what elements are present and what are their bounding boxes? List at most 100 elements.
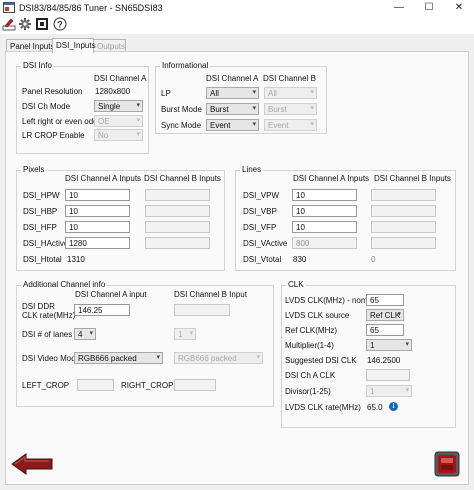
lanes-label: DSI # of lanes <box>22 330 73 339</box>
additional-col-b: DSI Channel B Input <box>174 290 247 299</box>
title-bar: DSI83/84/85/86 Tuner - SN65DSI83 — ☐ ✕ <box>0 0 474 16</box>
ch-mode-select[interactable]: Single ▾ <box>94 100 143 112</box>
informational-group: Informational DSI Channel A DSI Channel … <box>155 61 327 134</box>
additional-channel-group: Additional Channel info DSI Channel A in… <box>16 280 274 407</box>
pixels-title: Pixels <box>21 165 47 174</box>
panel-resolution-label: Panel Resolution <box>22 87 83 96</box>
dsi-inputs-panel: DSI Info DSI Channel A Panel Resolution … <box>5 51 469 485</box>
lvds-source-select[interactable]: Ref CLK ▾ <box>366 309 404 321</box>
chevron-down-icon: ▾ <box>310 105 314 112</box>
chevron-down-icon: ▾ <box>136 102 140 109</box>
lvds-nominal-input[interactable]: 65 <box>366 294 404 306</box>
ch-mode-value: Single <box>98 102 121 111</box>
maximize-button[interactable]: ☐ <box>414 0 444 16</box>
lr-crop-value: No <box>98 131 109 140</box>
gear-icon[interactable] <box>18 17 32 31</box>
divisor-label: Divisor(1-25) <box>285 387 331 396</box>
vactive-b-input[interactable] <box>371 237 436 249</box>
help-icon[interactable]: ? <box>53 17 67 31</box>
vfp-a-input[interactable]: 10 <box>292 221 357 233</box>
info-icon[interactable]: i <box>389 402 398 411</box>
informational-col-b: DSI Channel B <box>263 74 316 83</box>
hfp-label: DSI_HFP <box>23 223 57 232</box>
video-mode-a-select[interactable]: RGB666 packed ▾ <box>74 352 163 364</box>
burst-mode-a-select[interactable]: Burst ▾ <box>206 103 259 115</box>
chevron-down-icon: ▾ <box>397 311 401 318</box>
vtotal-label: DSI_Vtotal <box>243 255 282 264</box>
hbp-label: DSI_HBP <box>23 207 58 216</box>
vfp-label: DSI_VFP <box>243 223 277 232</box>
hbp-b-input[interactable] <box>145 205 210 217</box>
chevron-down-icon: ▾ <box>136 131 140 138</box>
lanes-b-select[interactable]: 1 ▾ <box>174 328 196 340</box>
ch-a-clk-input[interactable] <box>366 369 410 381</box>
sync-mode-a-value: Event <box>210 121 231 130</box>
left-right-value: OE <box>98 117 110 126</box>
edit-icon[interactable] <box>2 17 16 31</box>
vbp-a-input[interactable]: 10 <box>292 205 357 217</box>
vpw-a-input[interactable]: 10 <box>292 189 357 201</box>
ch-mode-label: DSI Ch Mode <box>22 102 71 111</box>
left-crop-label: LEFT_CROP <box>22 381 70 390</box>
right-crop-input[interactable] <box>174 379 216 391</box>
chevron-down-icon: ▾ <box>136 117 140 124</box>
close-button[interactable]: ✕ <box>444 0 474 16</box>
left-right-select[interactable]: OE ▾ <box>94 115 143 127</box>
lr-crop-label: LR CROP Enable <box>22 131 85 140</box>
tab-dsi-inputs[interactable]: DSI_Inputs <box>52 38 96 53</box>
lp-a-value: All <box>210 89 219 98</box>
ddr-a-input[interactable]: 146.25 <box>74 304 130 316</box>
svg-text:?: ? <box>57 20 63 30</box>
multiplier-select[interactable]: 1 ▾ <box>366 339 412 351</box>
hactive-a-input[interactable]: 1280 <box>65 237 130 249</box>
lp-b-select[interactable]: All ▾ <box>264 87 317 99</box>
vpw-b-input[interactable] <box>371 189 436 201</box>
burst-mode-b-select[interactable]: Burst ▾ <box>264 103 317 115</box>
chevron-down-icon: ▾ <box>89 330 93 337</box>
sync-mode-b-value: Event <box>268 121 289 130</box>
lvds-rate-value: 65.0 <box>367 403 383 412</box>
ddr-b-input[interactable] <box>174 304 230 316</box>
lp-a-select[interactable]: All ▾ <box>206 87 259 99</box>
chevron-down-icon: ▾ <box>252 89 256 96</box>
sync-mode-a-select[interactable]: Event ▾ <box>206 119 259 131</box>
minimize-button[interactable]: — <box>384 0 414 16</box>
chevron-down-icon: ▾ <box>405 341 409 348</box>
exit-icon[interactable] <box>434 451 460 477</box>
video-mode-b-select[interactable]: RGB666 packed ▾ <box>174 352 263 364</box>
panel-resolution-value: 1280x800 <box>95 87 131 96</box>
burst-mode-label: Burst Mode <box>161 105 202 114</box>
app-icon <box>3 2 15 13</box>
pixels-group: Pixels DSI Channel A Inputs DSI Channel … <box>16 165 225 271</box>
hactive-b-input[interactable] <box>145 237 210 249</box>
right-crop-label: RIGHT_CROP <box>121 381 174 390</box>
dsi-info-col-header: DSI Channel A <box>94 74 147 83</box>
chip-icon[interactable] <box>35 17 49 31</box>
sync-mode-b-select[interactable]: Event ▾ <box>264 119 317 131</box>
divisor-select[interactable]: 1 ▾ <box>366 385 412 397</box>
back-arrow-button[interactable] <box>10 452 54 476</box>
burst-mode-a-value: Burst <box>210 105 229 114</box>
pixels-col-a: DSI Channel A Inputs <box>65 174 142 183</box>
ref-clk-input[interactable]: 65 <box>366 324 404 336</box>
clk-title: CLK <box>286 280 306 289</box>
hpw-b-input[interactable] <box>145 189 210 201</box>
left-crop-input[interactable] <box>77 379 114 391</box>
lvds-source-label: LVDS CLK source <box>285 311 350 320</box>
hbp-a-input[interactable]: 10 <box>65 205 130 217</box>
toolbar: ? <box>0 16 474 32</box>
lr-crop-select[interactable]: No ▾ <box>94 129 143 141</box>
hfp-a-input[interactable]: 10 <box>65 221 130 233</box>
chevron-down-icon: ▾ <box>189 330 193 337</box>
vactive-a-input[interactable]: 800 <box>292 237 357 249</box>
burst-mode-b-value: Burst <box>268 105 287 114</box>
main-content: Panel Inputs DSI_Inputs Outputs DSI Info… <box>0 34 474 490</box>
vbp-b-input[interactable] <box>371 205 436 217</box>
video-mode-a-value: RGB666 packed <box>78 354 137 363</box>
hpw-a-input[interactable]: 10 <box>65 189 130 201</box>
window-title: DSI83/84/85/86 Tuner - SN65DSI83 <box>19 3 163 13</box>
hfp-b-input[interactable] <box>145 221 210 233</box>
vfp-b-input[interactable] <box>371 221 436 233</box>
video-mode-label: DSI Video Mode <box>22 354 81 363</box>
lanes-a-select[interactable]: 4 ▾ <box>74 328 96 340</box>
